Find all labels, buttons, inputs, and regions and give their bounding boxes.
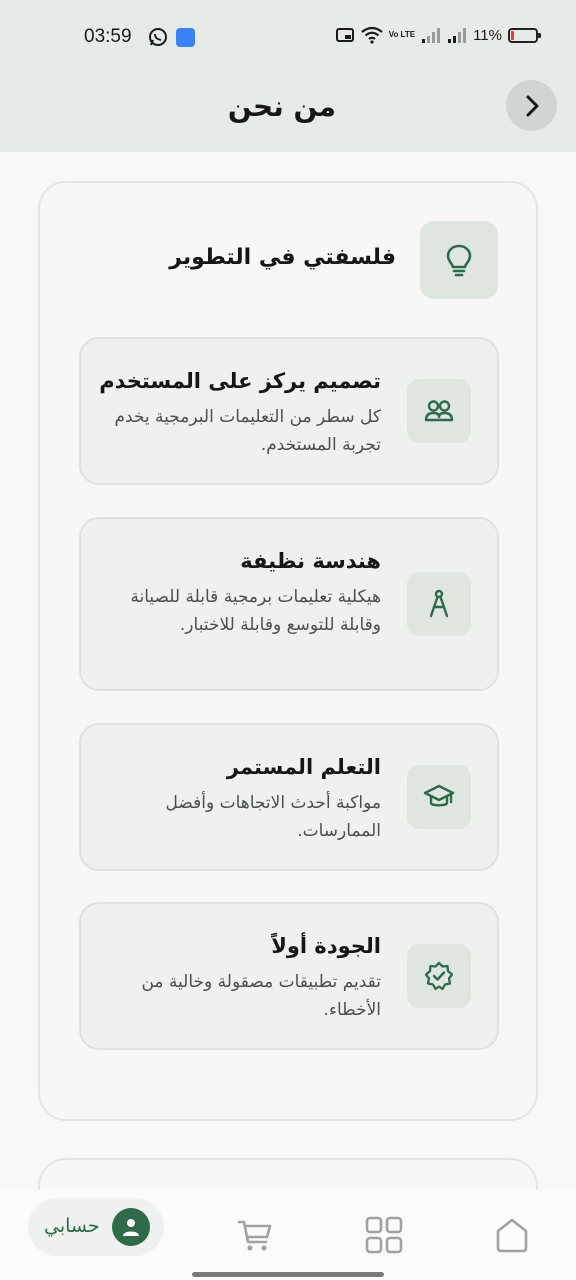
feature-description: كل سطر من التعليمات البرمجية يخدم تجربة … — [114, 407, 382, 455]
signal-icon — [422, 28, 441, 43]
feature-card-user-centered: تصميم يركز على المستخدم كل سطر من التعلي… — [79, 337, 499, 485]
home-indicator[interactable] — [192, 1272, 384, 1277]
feature-icon-box — [407, 379, 471, 443]
graduation-cap-icon — [423, 784, 455, 807]
users-icon — [424, 400, 454, 422]
philosophy-card: فلسفتي في التطوير تصميم يركز على المستخد… — [38, 181, 538, 1121]
section-title: فلسفتي في التطوير — [169, 245, 396, 270]
person-icon — [123, 1219, 139, 1236]
feature-icon-box — [407, 944, 471, 1008]
feature-description: مواكبة أحدث الاتجاهات وأفضل الممارسات. — [165, 793, 381, 841]
android-notification-icon — [176, 28, 195, 47]
feature-title: التعلم المستمر — [226, 755, 381, 779]
compass-icon — [429, 589, 449, 618]
app-bar: من نحن — [0, 74, 576, 152]
home-icon[interactable] — [493, 1216, 531, 1254]
account-label: حسابي — [44, 1215, 100, 1237]
feature-card-clean-architecture: هندسة نظيفة هيكلية تعليمات برمجية قابلة … — [79, 517, 499, 691]
account-avatar-icon — [112, 1208, 150, 1246]
feature-description: هيكلية تعليمات برمجية قابلة للصيانة وقاب… — [130, 587, 381, 635]
section-header: فلسفتي في التطوير — [40, 221, 536, 299]
status-bar: 03:59 Vo LTE 11% — [0, 0, 576, 74]
status-time: 03:59 — [84, 26, 132, 47]
battery-percent: 11% — [473, 26, 502, 44]
feature-icon-box — [407, 765, 471, 829]
bottom-navigation: حسابي — [0, 1190, 576, 1280]
feature-card-continuous-learning: التعلم المستمر مواكبة أحدث الاتجاهات وأف… — [79, 723, 499, 871]
signal-icon-2 — [448, 28, 467, 43]
cast-icon — [335, 28, 354, 42]
back-button[interactable] — [506, 80, 557, 131]
feature-card-quality-first: الجودة أولاً تقديم تطبيقات مصقولة وخالية… — [79, 902, 499, 1050]
feature-description: تقديم تطبيقات مصقولة وخالية من الأخطاء. — [141, 972, 381, 1020]
cart-icon[interactable] — [236, 1216, 274, 1254]
feature-title: تصميم يركز على المستخدم — [99, 369, 381, 393]
feature-icon-box — [407, 572, 471, 636]
nav-account-button[interactable]: حسابي — [28, 1198, 164, 1256]
battery-level — [511, 30, 514, 40]
section-icon-box — [420, 221, 498, 299]
volte-label: Vo LTE — [388, 30, 416, 39]
whatsapp-icon — [149, 28, 167, 46]
chevron-right-icon — [526, 95, 538, 116]
page-title: من نحن — [227, 90, 336, 123]
verified-badge-icon — [424, 961, 454, 991]
feature-title: الجودة أولاً — [271, 934, 381, 958]
feature-title: هندسة نظيفة — [240, 549, 381, 573]
apps-grid-icon[interactable] — [365, 1216, 403, 1254]
battery-icon — [508, 27, 541, 43]
lightbulb-icon — [446, 244, 472, 277]
wifi-icon — [361, 26, 383, 44]
